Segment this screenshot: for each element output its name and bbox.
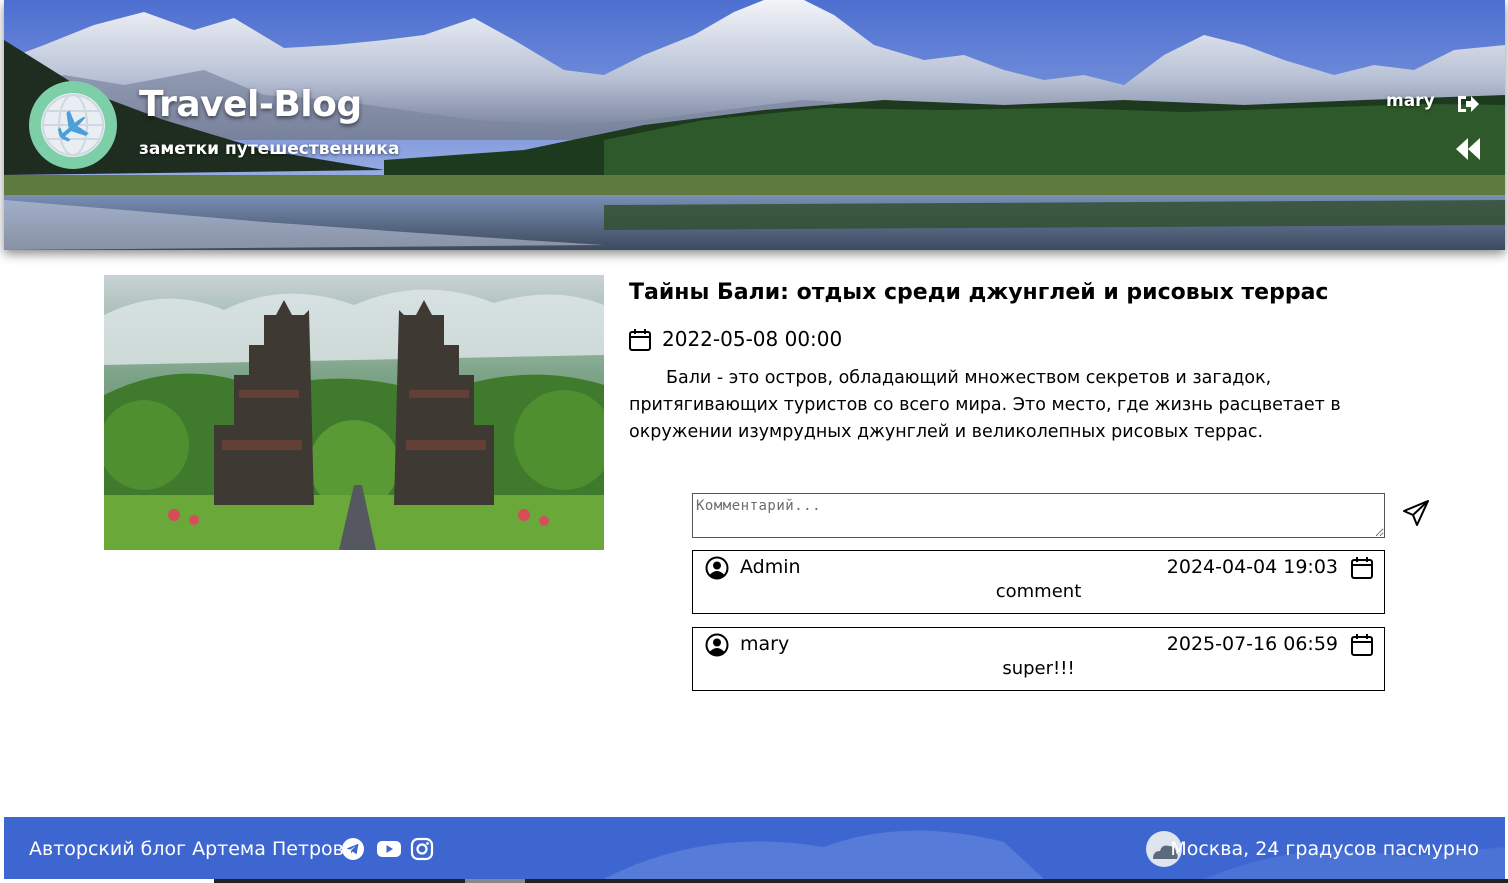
logout-icon[interactable]: [1454, 91, 1480, 117]
comment-text: super!!!: [1002, 658, 1075, 679]
user-avatar-icon: [705, 556, 729, 580]
comment-date: 2025-07-16 06:59: [1166, 633, 1338, 655]
telegram-icon[interactable]: [341, 837, 365, 861]
horizontal-scrollbar-thumb[interactable]: [214, 879, 1508, 883]
post-text: Бали - это остров, обладающий множеством…: [629, 368, 1341, 442]
comment-author: mary: [740, 633, 790, 655]
post-image: [104, 275, 604, 550]
site-header: Travel-Blog заметки путешественника mary: [4, 0, 1505, 250]
brand-title[interactable]: Travel-Blog: [139, 84, 362, 125]
comment-card: Admin 2024-04-04 19:03 comment: [692, 550, 1385, 614]
double-chevron-left-icon[interactable]: [1454, 136, 1482, 162]
comment-card: mary 2025-07-16 06:59 super!!!: [692, 627, 1385, 691]
current-user-name: mary: [1386, 91, 1435, 111]
globe-airplane-icon: [41, 93, 105, 157]
comment-input[interactable]: [692, 493, 1385, 538]
post-date: 2022-05-08 00:00: [662, 327, 843, 351]
logo-badge[interactable]: [29, 81, 117, 169]
brand-subtitle: заметки путешественника: [139, 139, 400, 159]
user-avatar-icon: [705, 633, 729, 657]
comment-author: Admin: [740, 556, 801, 578]
footer-author-text: Авторский блог Артема Петрова: [29, 838, 356, 860]
calendar-icon: [1350, 633, 1374, 657]
post-title: Тайны Бали: отдых среди джунглей и рисов…: [629, 280, 1329, 305]
calendar-icon: [1350, 556, 1374, 580]
weather-text: Москва, 24 градусов пасмурно: [1170, 838, 1479, 860]
youtube-icon[interactable]: [376, 837, 402, 861]
send-icon[interactable]: [1401, 498, 1431, 528]
comment-text: comment: [995, 581, 1082, 602]
header-landscape-image: [4, 0, 1505, 250]
calendar-icon: [628, 328, 652, 352]
site-footer: Авторский блог Артема Петрова Москва, 24…: [4, 817, 1505, 879]
horizontal-scrollbar-grip: [465, 879, 525, 883]
comment-date: 2024-04-04 19:03: [1166, 556, 1338, 578]
instagram-icon[interactable]: [410, 837, 434, 861]
